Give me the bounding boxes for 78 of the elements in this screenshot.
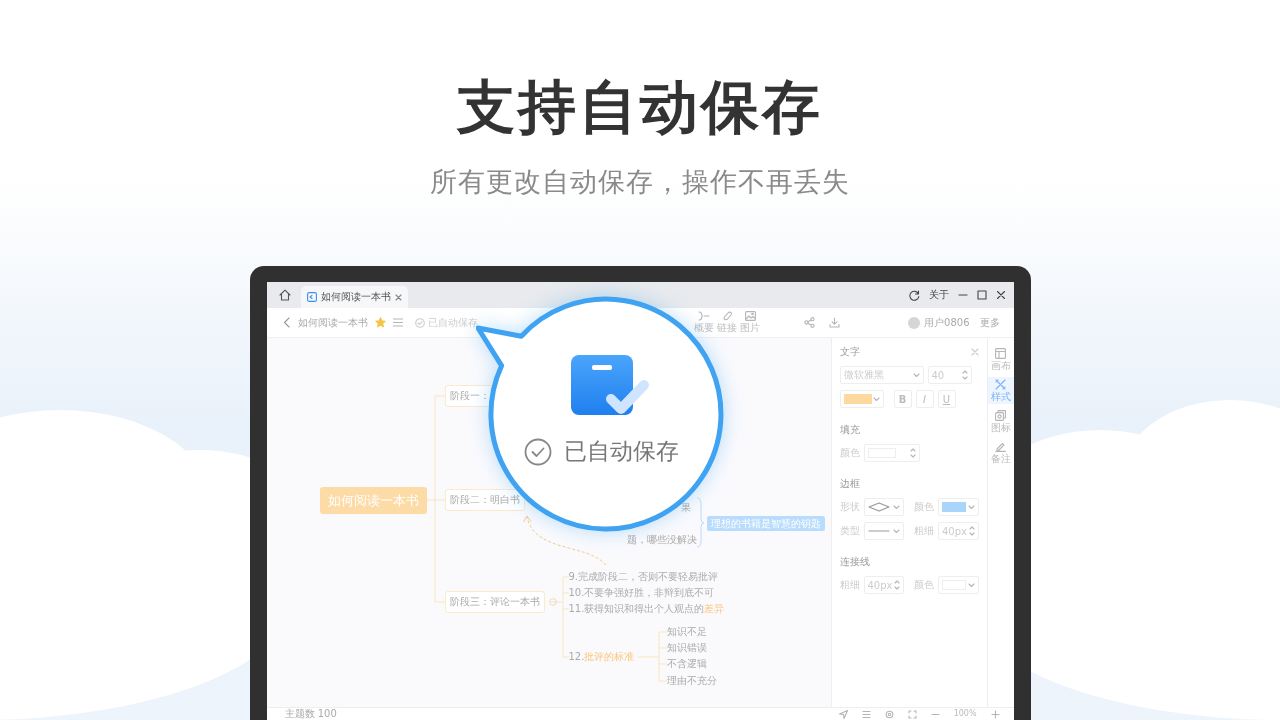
side-tab[interactable]: 画布 — [987, 346, 1014, 373]
spinner-icon — [894, 579, 900, 591]
subheadline: 所有更改自动保存，操作不再丢失 — [430, 165, 850, 199]
pen-icon — [995, 441, 1006, 452]
summary-node[interactable]: 理想的书籍是智慧的钥匙 — [706, 516, 825, 531]
toolbar-button[interactable]: 概要 — [694, 311, 715, 334]
shape-select[interactable] — [863, 498, 904, 516]
topic-text[interactable]: 11.获得知识和得出个人观点的差异 — [568, 602, 725, 616]
spinner-icon — [961, 369, 968, 381]
spinner-icon — [909, 447, 916, 459]
text-color-select[interactable] — [839, 390, 884, 408]
toolbar-button[interactable]: 链接 — [717, 311, 738, 334]
spinner-icon — [968, 525, 975, 537]
image-icon — [744, 311, 756, 321]
menu-icon[interactable] — [392, 318, 403, 327]
document-tab[interactable]: 如何阅读一本书 — [300, 286, 408, 308]
chevron-down-icon — [893, 528, 900, 534]
fill-color-field[interactable] — [863, 444, 920, 462]
format-button[interactable]: U — [937, 390, 956, 408]
about-button[interactable]: 关于 — [928, 288, 949, 302]
headline: 支持自动保存 — [457, 72, 823, 142]
diamond-icon — [867, 502, 890, 512]
topic-text[interactable]: 12.批评的标准 — [568, 650, 635, 664]
topic-text[interactable]: 知识错误 — [666, 641, 707, 655]
link-icon — [722, 311, 733, 321]
topic-text[interactable]: 不含逻辑 — [666, 657, 707, 671]
navigation-icon[interactable] — [838, 709, 848, 719]
check-circle-icon — [414, 317, 425, 328]
maximize-icon[interactable] — [976, 290, 987, 300]
section-title: 填充 — [839, 423, 860, 437]
chevron-down-icon — [893, 504, 900, 510]
brush-icon — [995, 379, 1006, 390]
topic-count: 主题数 100 — [284, 708, 337, 720]
topic-text[interactable]: 果 — [680, 501, 691, 515]
side-tab[interactable]: 样式 — [987, 377, 1014, 404]
connector-color-select[interactable] — [938, 576, 979, 594]
section-title: 连接线 — [839, 555, 870, 569]
fit-screen-icon[interactable] — [907, 709, 917, 719]
share-icon[interactable] — [804, 317, 816, 328]
topic-text[interactable]: 知识不足 — [666, 625, 707, 639]
star-icon[interactable] — [374, 317, 386, 328]
chevron-down-icon — [872, 396, 880, 402]
topic-text[interactable]: 10.不要争强好胜，非辩到底不可 — [568, 586, 715, 600]
save-message: 已自动保存 — [563, 437, 679, 466]
chevron-down-icon — [967, 582, 975, 588]
list-icon[interactable] — [861, 709, 871, 719]
chevron-down-icon — [967, 504, 975, 510]
summary-icon — [698, 311, 711, 321]
refresh-icon[interactable] — [908, 289, 920, 301]
home-icon[interactable] — [278, 289, 291, 301]
side-tab[interactable]: 备注 — [987, 439, 1014, 466]
download-icon[interactable] — [829, 317, 841, 328]
border-color-select[interactable] — [938, 498, 979, 516]
line-icon — [867, 529, 890, 533]
close-icon[interactable] — [995, 290, 1006, 300]
format-button[interactable]: B — [893, 390, 912, 408]
format-button[interactable]: I — [915, 390, 934, 408]
zoom-in-icon[interactable] — [990, 709, 1000, 719]
topic-text[interactable]: 理由不充分 — [666, 674, 717, 688]
collapse-icon[interactable] — [548, 598, 557, 606]
avatar[interactable] — [908, 316, 921, 329]
stack-icon — [995, 410, 1006, 421]
check-circle-icon — [523, 438, 552, 466]
layout-icon — [995, 348, 1006, 359]
chevron-down-icon — [912, 372, 920, 378]
back-icon[interactable] — [282, 317, 290, 328]
zoom-level: 100% — [953, 708, 977, 720]
document-icon — [306, 292, 317, 302]
summary-brace — [696, 497, 704, 548]
user-name[interactable]: 用户0806 — [924, 315, 970, 330]
side-tab[interactable]: 图标 — [987, 408, 1014, 435]
toolbar-button[interactable]: 图片 — [740, 311, 761, 334]
section-title: 文字 — [839, 345, 860, 359]
more-link[interactable]: 更多 — [979, 315, 1000, 330]
topic-text[interactable]: 题，哪些没解决 — [626, 533, 697, 547]
line-type-select[interactable] — [863, 522, 904, 540]
target-icon[interactable] — [884, 709, 894, 719]
section-title: 边框 — [839, 477, 860, 491]
